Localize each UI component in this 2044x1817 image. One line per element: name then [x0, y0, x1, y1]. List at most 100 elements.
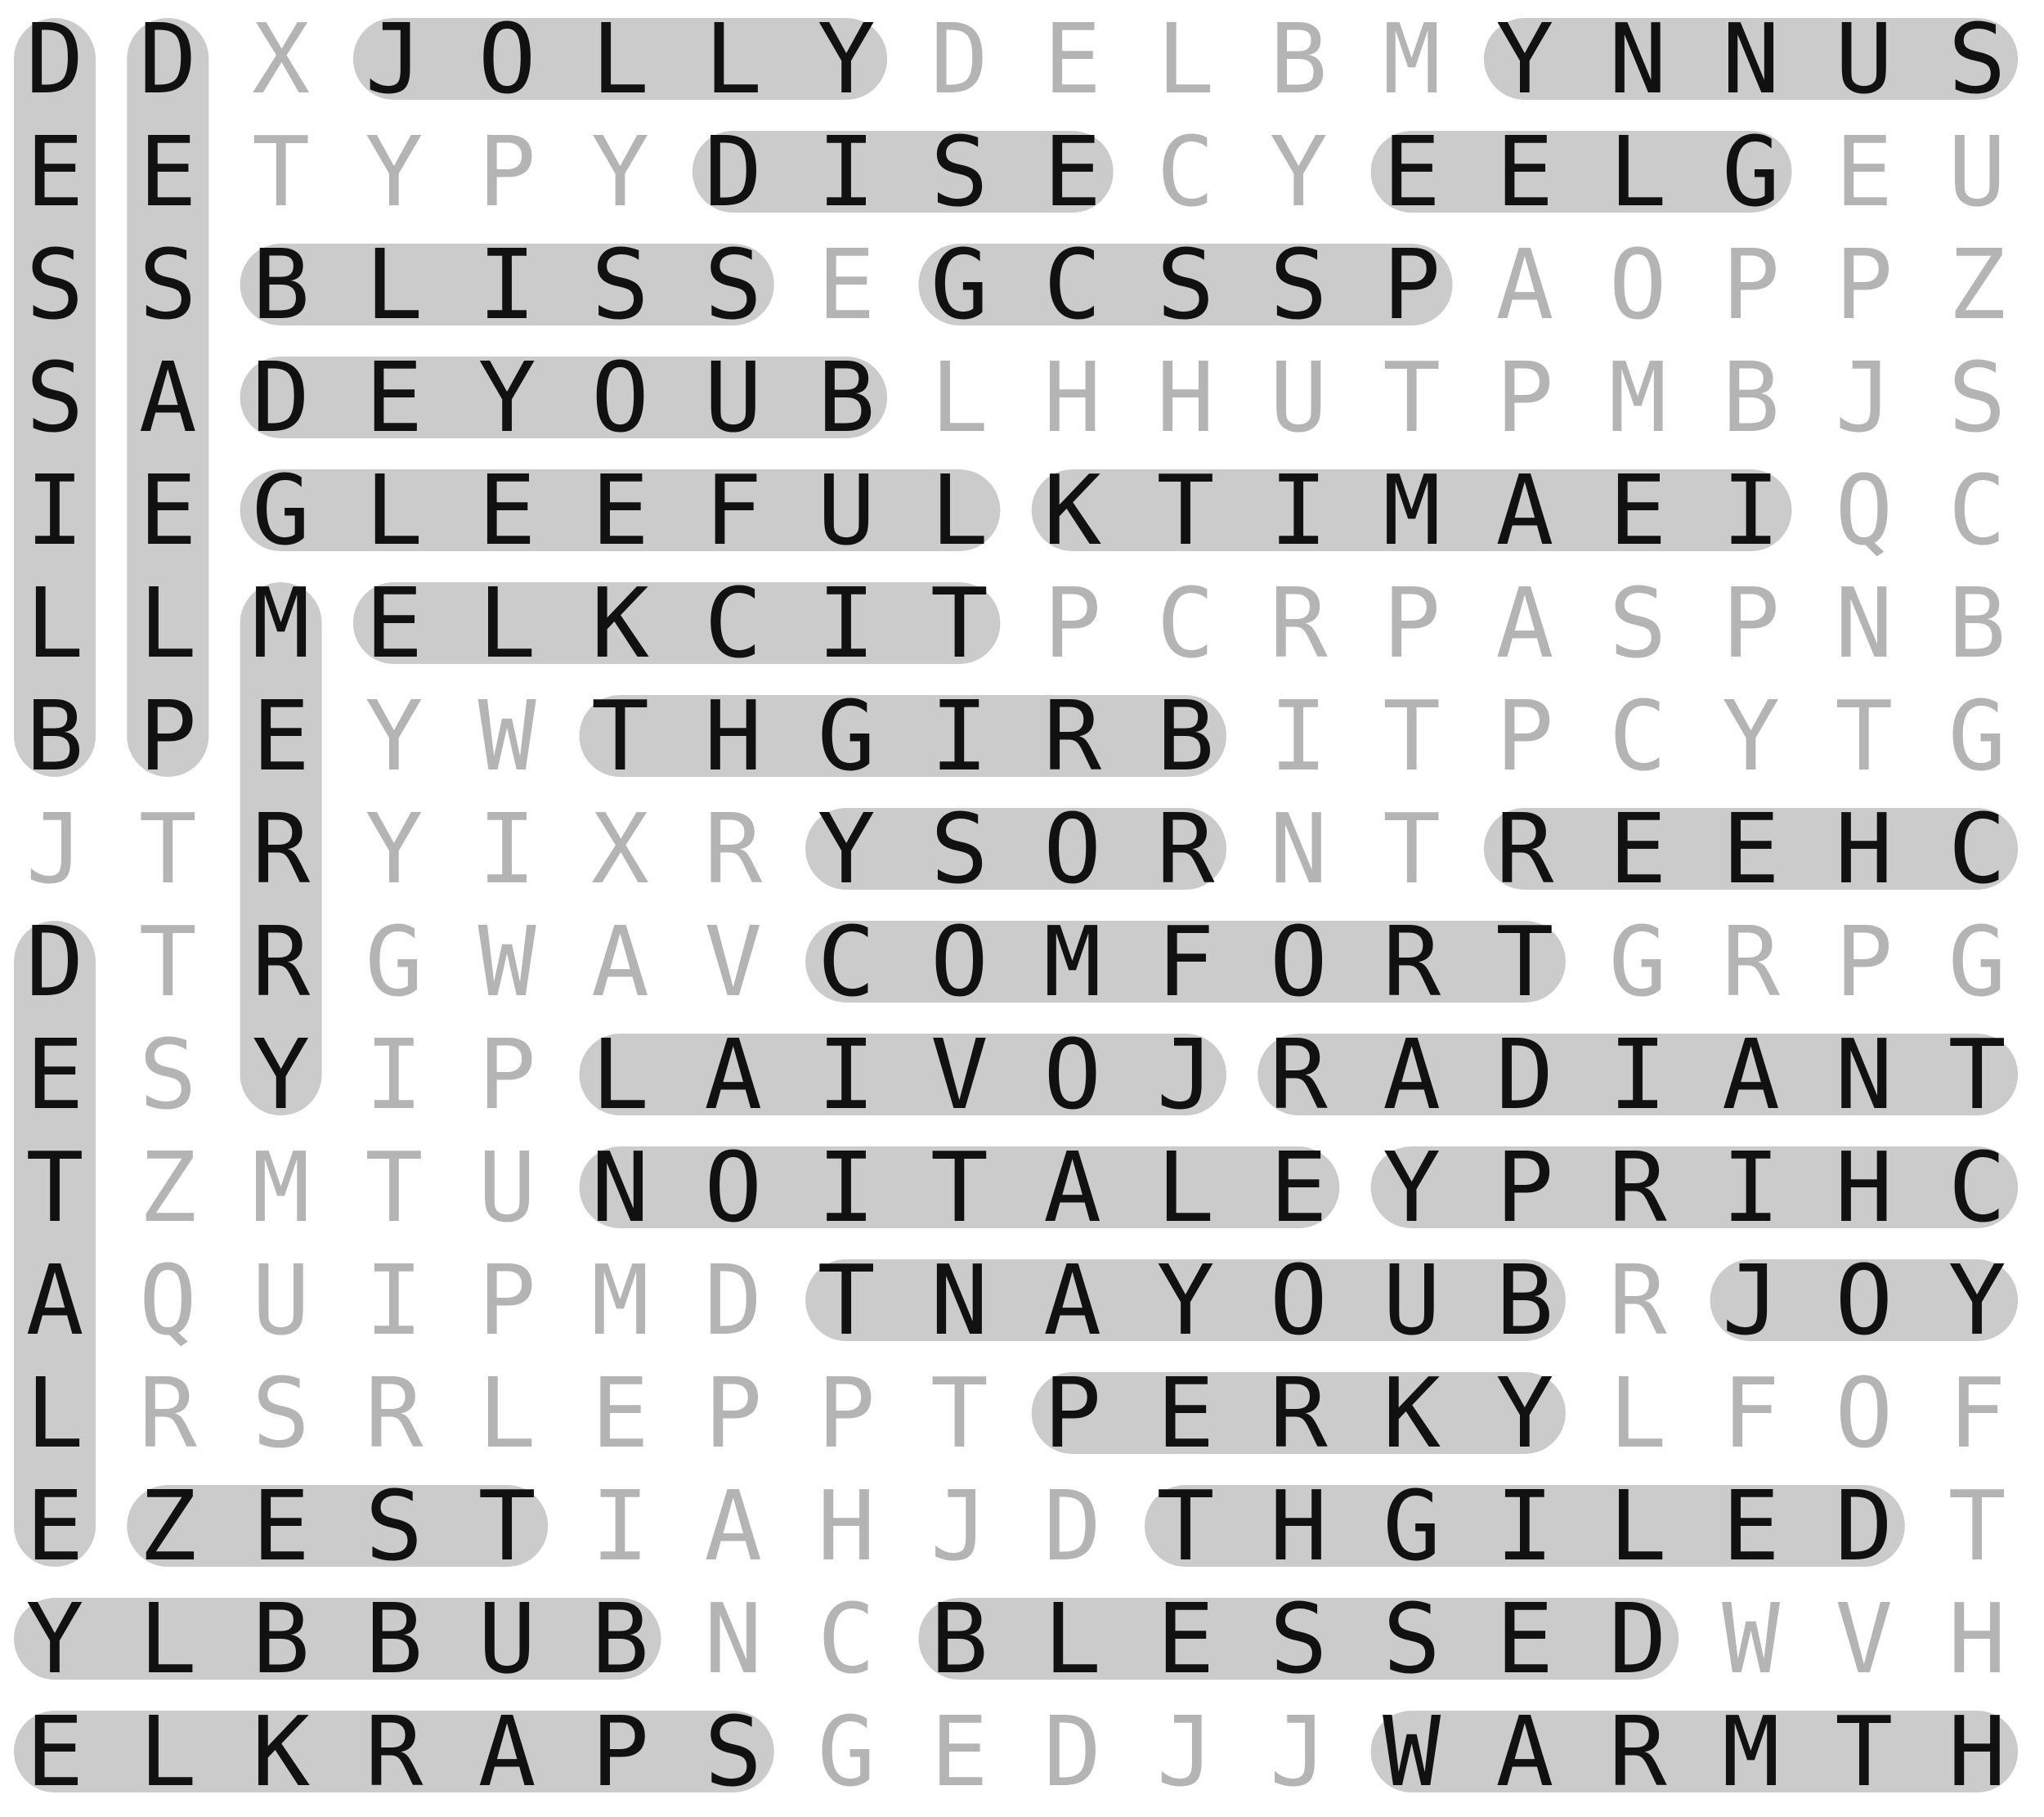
- grid-letter: Y: [25, 1582, 83, 1695]
- grid-letter: E: [1609, 454, 1667, 567]
- grid-letter: D: [1609, 1582, 1667, 1695]
- grid-letter: S: [1270, 228, 1328, 341]
- grid-letter: T: [1156, 1469, 1214, 1582]
- grid-letter: T: [1948, 1018, 2006, 1131]
- grid-letter: E: [25, 1695, 83, 1808]
- grid-letter: A: [1495, 567, 1553, 680]
- grid-letter: U: [1835, 2, 1893, 115]
- grid-letter: E: [252, 680, 310, 792]
- grid-letter: O: [704, 1131, 762, 1244]
- grid-letter: O: [1270, 905, 1328, 1018]
- grid-letter: T: [139, 905, 197, 1018]
- grid-letter: B: [1495, 1244, 1553, 1357]
- grid-letter: T: [139, 792, 197, 905]
- grid-letter: T: [1156, 454, 1214, 567]
- grid-letter: S: [139, 1018, 197, 1131]
- grid-letter: R: [1270, 1018, 1329, 1131]
- grid-letter: U: [1270, 341, 1328, 454]
- grid-letter: L: [1609, 115, 1667, 228]
- grid-letter: M: [252, 567, 310, 680]
- grid-letter: H: [1948, 1695, 2006, 1808]
- grid-letter: E: [25, 1469, 83, 1582]
- grid-letter: D: [704, 115, 762, 228]
- grid-letter: V: [704, 905, 762, 1018]
- grid-letter: T: [1835, 1695, 1893, 1808]
- grid-letter: L: [25, 1357, 83, 1469]
- grid-letter: A: [704, 1018, 762, 1131]
- grid-letter: L: [25, 567, 83, 680]
- grid-letter: O: [1609, 228, 1667, 341]
- grid-letter: L: [478, 1357, 536, 1469]
- grid-letter: T: [1383, 341, 1441, 454]
- grid-letter: S: [704, 228, 762, 341]
- grid-letter: Z: [139, 1469, 197, 1582]
- word-search-puzzle: D D X J O L L Y D E L B M Y N N U SE E T Y P Y D I S E C Y E E L G E US S B L…: [0, 0, 2044, 1817]
- grid-letter: P: [478, 1018, 536, 1131]
- grid-letter: F: [1722, 1357, 1780, 1469]
- grid-letter: B: [252, 228, 310, 341]
- grid-letter: Q: [139, 1244, 197, 1357]
- grid-letter: Y: [252, 1018, 310, 1131]
- grid-letter: P: [1383, 567, 1441, 680]
- grid-letter: E: [591, 454, 649, 567]
- grid-letter: V: [930, 1018, 988, 1131]
- grid-letter: S: [25, 341, 83, 454]
- grid-letter: N: [1270, 792, 1328, 905]
- grid-letter: J: [930, 1469, 988, 1582]
- grid-letter: D: [1043, 1469, 1101, 1582]
- grid-letter: L: [1156, 1131, 1214, 1244]
- grid-letter: N: [591, 1131, 649, 1244]
- grid-letter: C: [1948, 454, 2006, 567]
- grid-letter: E: [1722, 792, 1780, 905]
- grid-letter: S: [1383, 1582, 1441, 1695]
- grid-letter: Z: [1948, 228, 2006, 341]
- grid-letter: H: [704, 680, 762, 792]
- grid-letter: G: [930, 228, 988, 341]
- grid-letter: L: [591, 2, 649, 115]
- grid-letter: L: [930, 454, 988, 567]
- grid-letter: B: [591, 1582, 649, 1695]
- grid-letter: P: [1383, 228, 1441, 341]
- grid-letter: Y: [365, 680, 423, 792]
- grid-letter: P: [478, 1244, 536, 1357]
- grid-letter: E: [1722, 1469, 1780, 1582]
- grid-letter: B: [1722, 341, 1780, 454]
- grid-letter: B: [252, 1582, 310, 1695]
- grid-letter: A: [704, 1469, 762, 1582]
- grid-letter: E: [25, 1018, 83, 1131]
- grid-letter: S: [1156, 228, 1214, 341]
- grid-letter: R: [365, 1695, 424, 1808]
- grid-letter: H: [1835, 792, 1893, 905]
- grid-letter: F: [1156, 905, 1214, 1018]
- grid-letter: S: [365, 1469, 423, 1582]
- grid-letter: E: [591, 1357, 649, 1469]
- grid-letter: L: [1156, 2, 1214, 115]
- grid-letter: A: [478, 1695, 536, 1808]
- grid-letter: G: [365, 905, 423, 1018]
- grid-letter: R: [704, 792, 763, 905]
- grid-letter: E: [1043, 115, 1101, 228]
- grid-letter: I: [365, 1018, 423, 1131]
- grid-letter: F: [1948, 1357, 2006, 1469]
- grid-letter: Y: [365, 115, 423, 228]
- grid-letter: U: [1383, 1244, 1441, 1357]
- grid-letter: T: [365, 1131, 423, 1244]
- grid-letter: K: [252, 1695, 310, 1808]
- grid-letter: I: [365, 1244, 423, 1357]
- grid-letter: R: [1609, 1131, 1668, 1244]
- grid-letter: J: [25, 792, 83, 905]
- grid-letter: E: [1270, 1131, 1328, 1244]
- grid-letter: L: [478, 567, 536, 680]
- grid-letter: G: [1948, 680, 2006, 792]
- grid-letter: Y: [818, 792, 876, 905]
- grid-letter: R: [1495, 792, 1554, 905]
- grid-letter: W: [478, 905, 537, 1018]
- grid-letter: Y: [1270, 115, 1328, 228]
- grid-letter: C: [818, 905, 876, 1018]
- grid-letter: T: [1835, 680, 1893, 792]
- grid-letter: L: [365, 454, 423, 567]
- grid-letter: B: [1948, 567, 2006, 680]
- grid-letter: T: [1948, 1469, 2006, 1582]
- grid-letter: I: [818, 115, 876, 228]
- grid-letter: N: [1609, 2, 1667, 115]
